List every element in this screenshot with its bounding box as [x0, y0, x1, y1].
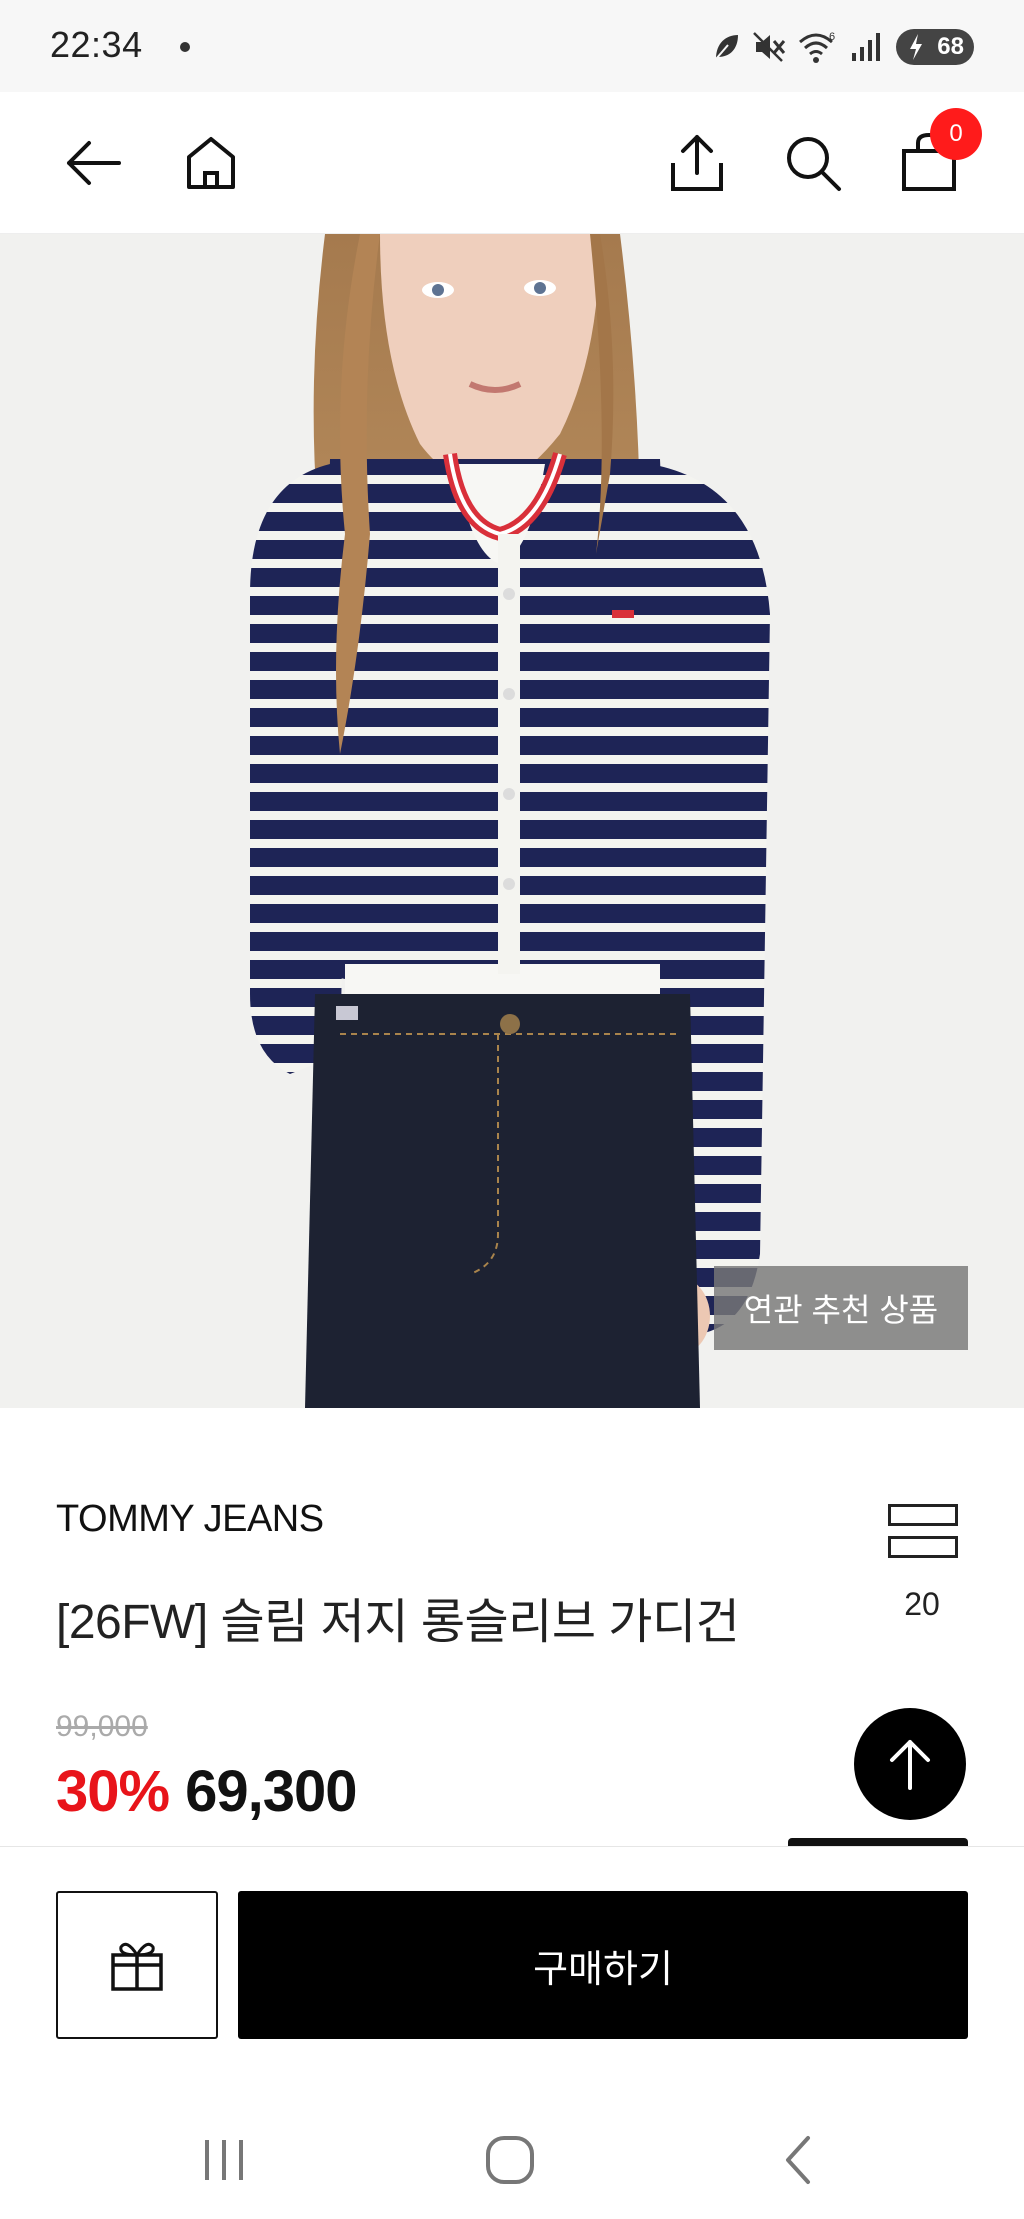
list-view-icon	[888, 1504, 958, 1568]
product-title: [26FW] 슬림 저지 롱슬리브 가디건	[56, 1596, 740, 1649]
gift-icon	[111, 1942, 163, 1991]
price-row: 30% 69,300	[56, 1758, 358, 1825]
home-icon[interactable]	[176, 128, 246, 198]
share-icon[interactable]	[662, 128, 732, 198]
gift-button[interactable]	[56, 1891, 218, 2039]
battery-icon: 68	[896, 29, 974, 65]
cart-count-badge: 0	[930, 108, 982, 160]
signal-icon	[852, 33, 880, 61]
related-products-button[interactable]: 연관 추천 상품	[714, 1266, 968, 1350]
status-bar: 22:34 6 68	[0, 0, 1024, 92]
back-chevron-icon[interactable]	[758, 2120, 838, 2200]
view-toggle-button[interactable]: 20	[880, 1500, 964, 1622]
discount-rate: 30%	[56, 1759, 170, 1824]
original-price: 99,000	[56, 1710, 148, 1743]
buy-button[interactable]: 구매하기	[238, 1891, 968, 2039]
battery-level: 68	[937, 33, 964, 60]
view-count: 20	[904, 1586, 940, 1622]
mute-icon	[753, 32, 786, 62]
bottom-action-bar: 구매하기	[0, 1846, 1024, 2082]
recent-apps-icon[interactable]	[184, 2120, 264, 2200]
leaf-icon	[715, 35, 738, 60]
back-arrow-icon[interactable]	[58, 128, 128, 198]
arrow-up-icon	[890, 1740, 930, 1790]
sale-price: 69,300	[185, 1759, 357, 1824]
brand-name[interactable]: TOMMY JEANS	[56, 1498, 324, 1541]
product-image-carousel[interactable]: 연관 추천 상품	[0, 234, 1024, 1408]
search-icon[interactable]	[778, 128, 848, 198]
shopping-bag-icon[interactable]: 0	[894, 108, 982, 198]
top-navigation: 0	[0, 92, 1024, 234]
product-photo	[0, 234, 1024, 1408]
status-icons: 6 68	[712, 26, 974, 68]
system-navigation-bar	[0, 2082, 1024, 2219]
floating-element-edge	[788, 1838, 968, 1846]
wifi-icon: 6	[799, 31, 835, 63]
home-circle-icon[interactable]	[470, 2120, 550, 2200]
svg-text:6: 6	[829, 31, 835, 43]
status-time: 22:34	[50, 24, 143, 65]
scroll-to-top-button[interactable]	[854, 1708, 966, 1820]
notification-dot	[180, 42, 190, 52]
